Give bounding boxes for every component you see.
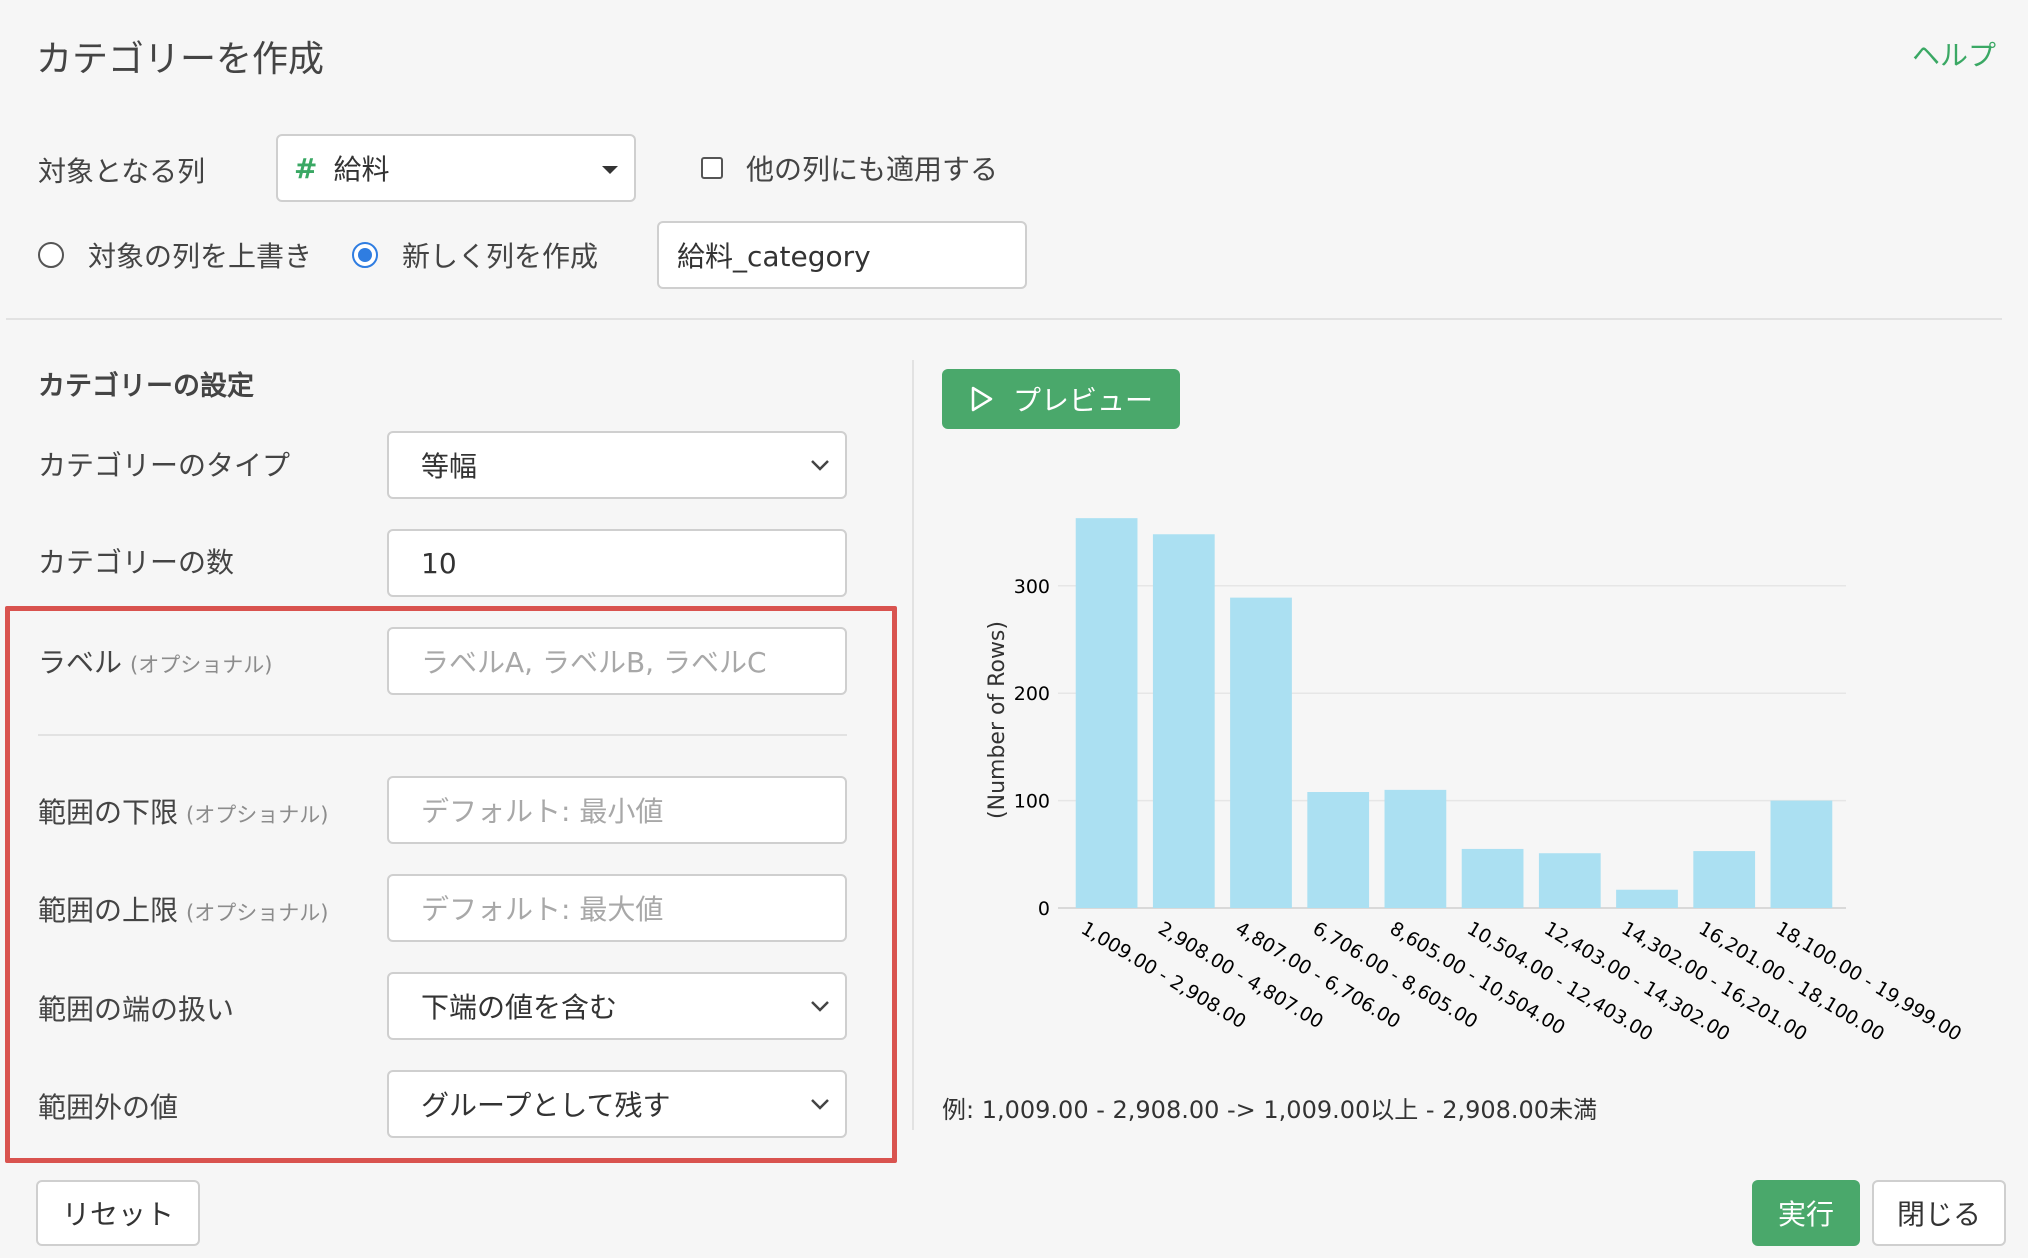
target-column-value: 給料 bbox=[333, 153, 390, 186]
preview-button[interactable]: プレビュー bbox=[942, 369, 1180, 429]
y-axis-label: (Number of Rows) bbox=[985, 621, 1010, 819]
overwrite-label[interactable]: 対象の列を上書き bbox=[88, 235, 312, 275]
category-type-label: カテゴリーのタイプ bbox=[38, 449, 291, 482]
histogram-chart: 0100200300 1,009.00 - 2,908.002,908.00 -… bbox=[985, 518, 1965, 1046]
histogram-bar[interactable] bbox=[1461, 848, 1524, 908]
y-tick-label: 100 bbox=[1014, 791, 1050, 813]
reset-button[interactable]: リセット bbox=[36, 1180, 200, 1246]
edge-handling-label: 範囲の端の扱い bbox=[38, 993, 235, 1026]
lower-bound-label-text: 範囲の下限 bbox=[38, 796, 179, 829]
apply-other-label[interactable]: 他の列にも適用する bbox=[746, 148, 998, 188]
target-column-select[interactable]: # 給料 bbox=[276, 134, 636, 202]
histogram-bar[interactable] bbox=[1616, 889, 1678, 908]
panel-divider bbox=[912, 360, 914, 1130]
histogram-bar[interactable] bbox=[1075, 518, 1138, 908]
new-column-label[interactable]: 新しく列を作成 bbox=[402, 235, 598, 275]
upper-optional-tag: (オプショナル) bbox=[186, 901, 329, 925]
lower-bound-input[interactable]: デフォルト: 最小値 bbox=[387, 776, 847, 844]
upper-bound-input[interactable]: デフォルト: 最大値 bbox=[387, 874, 847, 942]
category-count-label: カテゴリーの数 bbox=[38, 546, 235, 579]
category-type-select[interactable]: 等幅 bbox=[387, 431, 847, 499]
play-icon bbox=[971, 386, 993, 412]
histogram-bar[interactable] bbox=[1307, 792, 1370, 908]
close-button[interactable]: 閉じる bbox=[1872, 1180, 2006, 1246]
dialog-title: カテゴリーを作成 bbox=[36, 39, 325, 80]
outside-values-value: グループとして残す bbox=[421, 1089, 671, 1122]
histogram-bar[interactable] bbox=[1770, 800, 1833, 908]
new-column-name-input[interactable]: 給料_category bbox=[657, 221, 1027, 289]
labels-label: ラベル (オプショナル) bbox=[38, 641, 272, 681]
labels-optional-tag: (オプショナル) bbox=[130, 653, 273, 677]
settings-heading: カテゴリーの設定 bbox=[38, 371, 254, 402]
outside-values-label: 範囲外の値 bbox=[38, 1091, 179, 1124]
labels-input[interactable]: ラベルA, ラベルB, ラベルC bbox=[387, 627, 847, 695]
category-count-input[interactable]: 10 bbox=[387, 529, 847, 597]
number-type-icon: # bbox=[294, 151, 318, 185]
upper-bound-label-text: 範囲の上限 bbox=[38, 894, 179, 927]
labels-label-text: ラベル bbox=[38, 646, 123, 679]
histogram-bar[interactable] bbox=[1538, 853, 1601, 908]
chevron-down-icon bbox=[811, 1099, 829, 1110]
apply-other-checkbox[interactable] bbox=[701, 157, 723, 179]
y-tick-label: 0 bbox=[1038, 898, 1050, 920]
outside-values-select[interactable]: グループとして残す bbox=[387, 1070, 847, 1138]
histogram-bar[interactable] bbox=[1152, 534, 1215, 908]
upper-bound-label: 範囲の上限 (オプショナル) bbox=[38, 889, 328, 929]
section-divider bbox=[6, 318, 2002, 320]
labels-divider bbox=[38, 734, 847, 736]
new-column-radio[interactable] bbox=[352, 242, 378, 268]
chevron-down-icon bbox=[811, 460, 829, 471]
help-link[interactable]: ヘルプ bbox=[1912, 34, 1996, 74]
lower-optional-tag: (オプショナル) bbox=[186, 803, 329, 827]
y-tick-label: 200 bbox=[1014, 683, 1050, 705]
preview-button-label: プレビュー bbox=[1012, 384, 1153, 417]
example-text: 例: 1,009.00 - 2,908.00 -> 1,009.00以上 - 2… bbox=[942, 1096, 1598, 1124]
caret-down-icon bbox=[602, 166, 618, 174]
histogram-bar[interactable] bbox=[1693, 851, 1756, 908]
edge-handling-select[interactable]: 下端の値を含む bbox=[387, 972, 847, 1040]
edge-handling-value: 下端の値を含む bbox=[421, 991, 618, 1024]
category-type-value: 等幅 bbox=[421, 450, 478, 483]
chevron-down-icon bbox=[811, 1001, 829, 1012]
overwrite-radio[interactable] bbox=[38, 242, 64, 268]
y-tick-label: 300 bbox=[1014, 576, 1050, 598]
target-column-label: 対象となる列 bbox=[38, 155, 206, 188]
run-button[interactable]: 実行 bbox=[1752, 1180, 1860, 1246]
lower-bound-label: 範囲の下限 (オプショナル) bbox=[38, 791, 328, 831]
histogram-bar[interactable] bbox=[1230, 597, 1292, 908]
histogram-bar[interactable] bbox=[1384, 789, 1447, 908]
